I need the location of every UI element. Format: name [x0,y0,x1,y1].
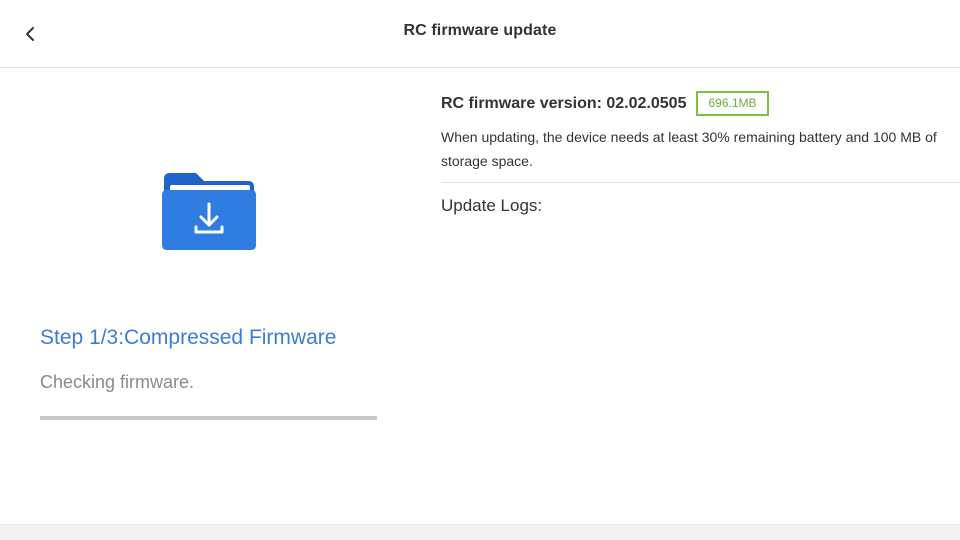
bottom-bar [0,524,960,540]
update-requirements-note: When updating, the device needs at least… [441,129,937,169]
folder-download-icon [162,173,256,250]
page-title: RC firmware update [403,22,557,39]
version-row: RC firmware version: 02.02.0505 696.1MB [441,91,769,116]
size-badge: 696.1MB [696,91,769,116]
update-logs-label: Update Logs: [441,196,543,215]
firmware-info-panel: RC firmware version: 02.02.0505 696.1MB … [441,69,960,524]
status-text: Checking firmware. [40,372,195,392]
firmware-version: RC firmware version: 02.02.0505 [441,94,687,112]
divider [441,182,960,183]
progress-bar [40,416,377,420]
firmware-update-screen: RC firmware update Step 1/3:Compressed F… [0,0,960,540]
step-title: Step 1/3:Compressed Firmware [40,326,337,349]
header-bar: RC firmware update [0,0,960,68]
update-progress-panel: Step 1/3:Compressed Firmware Checking fi… [0,69,420,524]
